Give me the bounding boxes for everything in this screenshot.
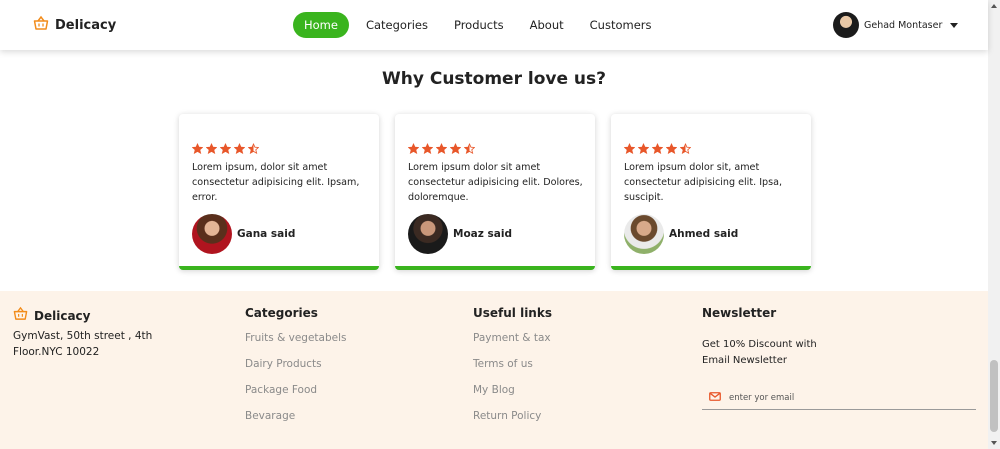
section-title: Why Customer love us? bbox=[381, 69, 607, 89]
footer-useful-link[interactable]: Return Policy bbox=[473, 408, 552, 434]
reviewer-avatar bbox=[408, 214, 448, 254]
star-full-icon bbox=[234, 142, 245, 154]
newsletter-text: Get 10% Discount with Email Newsletter bbox=[702, 339, 817, 366]
footer-category-link[interactable]: Dairy Products bbox=[245, 356, 346, 382]
footer-categories: Categories Fruits & vegetabels Dairy Pro… bbox=[245, 306, 346, 434]
newsletter-email-field[interactable]: enter yor email bbox=[702, 386, 976, 410]
scroll-down-icon[interactable] bbox=[991, 441, 997, 445]
star-full-icon bbox=[624, 142, 635, 154]
footer-useful-link[interactable]: My Blog bbox=[473, 382, 552, 408]
reviewer: Gana said bbox=[192, 214, 295, 254]
star-full-icon bbox=[638, 142, 649, 154]
footer-useful-link[interactable]: Payment & tax bbox=[473, 330, 552, 356]
star-full-icon bbox=[666, 142, 677, 154]
star-full-icon bbox=[422, 142, 433, 154]
footer-brand[interactable]: Delicacy bbox=[13, 306, 158, 325]
star-rating bbox=[408, 142, 583, 154]
user-avatar bbox=[833, 12, 859, 38]
footer-newsletter: Newsletter Get 10% Discount with Email N… bbox=[702, 306, 976, 410]
reviewer-name: Ahmed said bbox=[669, 228, 739, 240]
footer: Delicacy GymVast, 50th street , 4th Floo… bbox=[0, 291, 988, 449]
nav-link-products[interactable]: Products bbox=[441, 12, 517, 38]
review-text: Lorem ipsum dolor sit, amet consectetur … bbox=[624, 162, 783, 203]
star-full-icon bbox=[450, 142, 461, 154]
nav-link-about[interactable]: About bbox=[517, 12, 577, 38]
nav-links: Home Categories Products About Customers bbox=[293, 12, 665, 38]
footer-useful-link[interactable]: Terms of us bbox=[473, 356, 552, 382]
user-menu[interactable]: Gehad Montaser bbox=[833, 12, 959, 38]
nav-link-home[interactable]: Home bbox=[293, 12, 349, 38]
star-full-icon bbox=[220, 142, 231, 154]
footer-category-link[interactable]: Bevarage bbox=[245, 408, 346, 434]
reviewer: Ahmed said bbox=[624, 214, 738, 254]
user-name: Gehad Montaser bbox=[864, 19, 943, 31]
brand-name: Delicacy bbox=[55, 17, 117, 33]
nav-link-categories[interactable]: Categories bbox=[353, 12, 441, 38]
page-scrollbar[interactable] bbox=[988, 0, 1000, 449]
star-full-icon bbox=[408, 142, 419, 154]
brand-logo[interactable]: Delicacy bbox=[33, 15, 116, 35]
basket-icon bbox=[13, 306, 28, 325]
reviewer-name: Moaz said bbox=[453, 228, 512, 240]
scroll-up-icon[interactable] bbox=[991, 4, 997, 8]
footer-brand-column: Delicacy GymVast, 50th street , 4th Floo… bbox=[13, 306, 158, 360]
footer-category-link[interactable]: Package Food bbox=[245, 382, 346, 408]
caret-down-icon[interactable] bbox=[950, 22, 959, 28]
nav-link-customers[interactable]: Customers bbox=[577, 12, 665, 38]
newsletter-title: Newsletter bbox=[702, 306, 777, 320]
envelope-icon bbox=[709, 391, 721, 404]
star-half-icon bbox=[248, 142, 259, 154]
star-half-icon bbox=[464, 142, 475, 154]
star-rating bbox=[624, 142, 799, 154]
footer-brand-name: Delicacy bbox=[34, 308, 91, 323]
footer-categories-title: Categories bbox=[245, 306, 318, 320]
reviewer: Moaz said bbox=[408, 214, 512, 254]
footer-address: GymVast, 50th street , 4th Floor.NYC 100… bbox=[13, 330, 153, 358]
star-full-icon bbox=[436, 142, 447, 154]
star-full-icon bbox=[206, 142, 217, 154]
star-half-icon bbox=[680, 142, 691, 154]
footer-links-title: Useful links bbox=[473, 306, 552, 320]
testimonials: Lorem ipsum, dolor sit amet consectetur … bbox=[179, 114, 811, 270]
star-full-icon bbox=[192, 142, 203, 154]
review-text: Lorem ipsum dolor sit amet consectetur a… bbox=[408, 162, 583, 203]
star-full-icon bbox=[652, 142, 663, 154]
scrollbar-thumb[interactable] bbox=[990, 360, 998, 432]
footer-category-link[interactable]: Fruits & vegetabels bbox=[245, 330, 346, 356]
reviewer-avatar bbox=[192, 214, 232, 254]
footer-useful-links: Useful links Payment & tax Terms of us M… bbox=[473, 306, 552, 434]
star-rating bbox=[192, 142, 367, 154]
review-text: Lorem ipsum, dolor sit amet consectetur … bbox=[192, 162, 360, 203]
basket-icon bbox=[33, 15, 49, 35]
testimonial-card: Lorem ipsum dolor sit, amet consectetur … bbox=[611, 114, 811, 270]
testimonial-card: Lorem ipsum dolor sit amet consectetur a… bbox=[395, 114, 595, 270]
newsletter-email-placeholder: enter yor email bbox=[729, 392, 795, 403]
reviewer-name: Gana said bbox=[237, 228, 296, 240]
navbar: Delicacy Home Categories Products About … bbox=[0, 0, 988, 50]
testimonial-card: Lorem ipsum, dolor sit amet consectetur … bbox=[179, 114, 379, 270]
reviewer-avatar bbox=[624, 214, 664, 254]
